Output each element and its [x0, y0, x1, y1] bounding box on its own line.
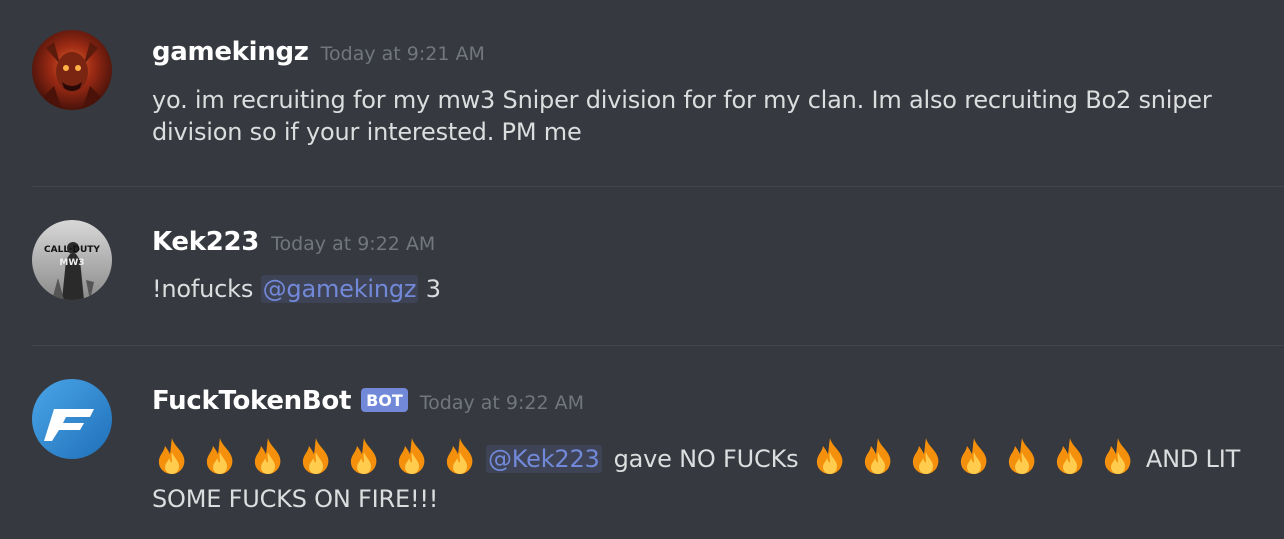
message-content: !nofucks @gamekingz 3: [152, 273, 1262, 305]
fire-emoji-icon: [810, 436, 850, 476]
message-content: yo. im recruiting for my mw3 Sniper divi…: [152, 86, 1212, 146]
username[interactable]: gamekingz: [152, 37, 309, 67]
user-mention[interactable]: @Kek223: [486, 445, 602, 473]
username[interactable]: FuckTokenBot: [152, 386, 351, 416]
timestamp: Today at 9:22 AM: [271, 233, 436, 255]
message-divider: [32, 345, 1284, 346]
message-text: gave NO FUCKs: [613, 445, 799, 473]
message-divider: [32, 186, 1284, 187]
fire-emoji-icon: [392, 436, 432, 476]
fire-emoji-icon: [1098, 436, 1138, 476]
timestamp: Today at 9:21 AM: [320, 43, 485, 65]
avatar-text: CALL·DUTY: [44, 245, 100, 255]
fire-emoji-group: [152, 436, 480, 479]
fire-emoji-icon: [954, 436, 994, 476]
bot-badge: BOT: [361, 388, 408, 412]
demon-avatar-icon[interactable]: [32, 30, 112, 110]
fucktoken-f-logo-icon[interactable]: [32, 379, 112, 459]
svg-text:MW3: MW3: [59, 258, 84, 268]
fire-emoji-group: [810, 436, 1138, 479]
fire-emoji-icon: [1050, 436, 1090, 476]
fire-emoji-icon: [200, 436, 240, 476]
message-text: 3: [418, 275, 441, 303]
call-of-duty-mw3-avatar-icon[interactable]: CALL·DUTY MW3: [32, 220, 112, 300]
username[interactable]: Kek223: [152, 227, 259, 257]
timestamp: Today at 9:22 AM: [419, 392, 585, 414]
message-content: @Kek223 gave NO FUCKs AND LIT SOME FUCKS …: [152, 436, 1262, 519]
fire-emoji-icon: [440, 436, 480, 476]
fire-emoji-icon: [1002, 436, 1042, 476]
fire-emoji-icon: [296, 436, 336, 476]
fire-emoji-icon: [344, 436, 384, 476]
user-mention[interactable]: @gamekingz: [260, 275, 419, 303]
fire-emoji-icon: [152, 436, 192, 476]
fire-emoji-icon: [858, 436, 898, 476]
message-text: !nofucks: [152, 275, 261, 303]
fire-emoji-icon: [248, 436, 288, 476]
fire-emoji-icon: [906, 436, 946, 476]
